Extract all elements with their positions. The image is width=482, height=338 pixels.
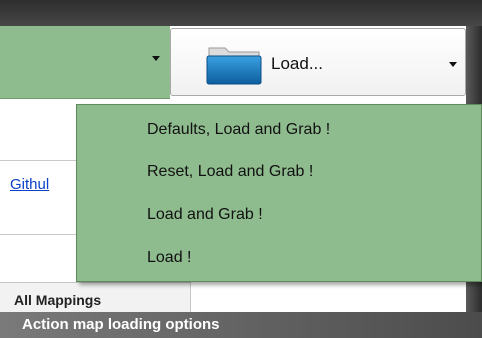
chevron-down-icon[interactable] [152,56,160,61]
load-options-menu: Defaults, Load and Grab ! Reset, Load an… [76,104,482,282]
load-dropdown-button[interactable]: Load... [170,28,466,96]
chevron-down-icon[interactable] [449,62,457,67]
caption-bar: Action map loading options [0,312,482,338]
menu-item-load-grab[interactable]: Load and Grab ! [147,206,263,224]
tab-all-mappings[interactable]: All Mappings [14,292,101,308]
menu-item-reset-load-grab[interactable]: Reset, Load and Grab ! [147,163,313,181]
folder-icon [206,47,262,85]
action-combo-box[interactable] [0,26,170,99]
load-button-label: Load... [271,54,323,73]
menu-item-load[interactable]: Load ! [147,249,191,267]
caption-text: Action map loading options [22,316,220,333]
menu-item-defaults-load-grab[interactable]: Defaults, Load and Grab ! [147,121,330,139]
window-top-strip [0,0,482,26]
github-link[interactable]: Githul [10,176,49,193]
tab-strip: All Mappings [0,282,191,313]
